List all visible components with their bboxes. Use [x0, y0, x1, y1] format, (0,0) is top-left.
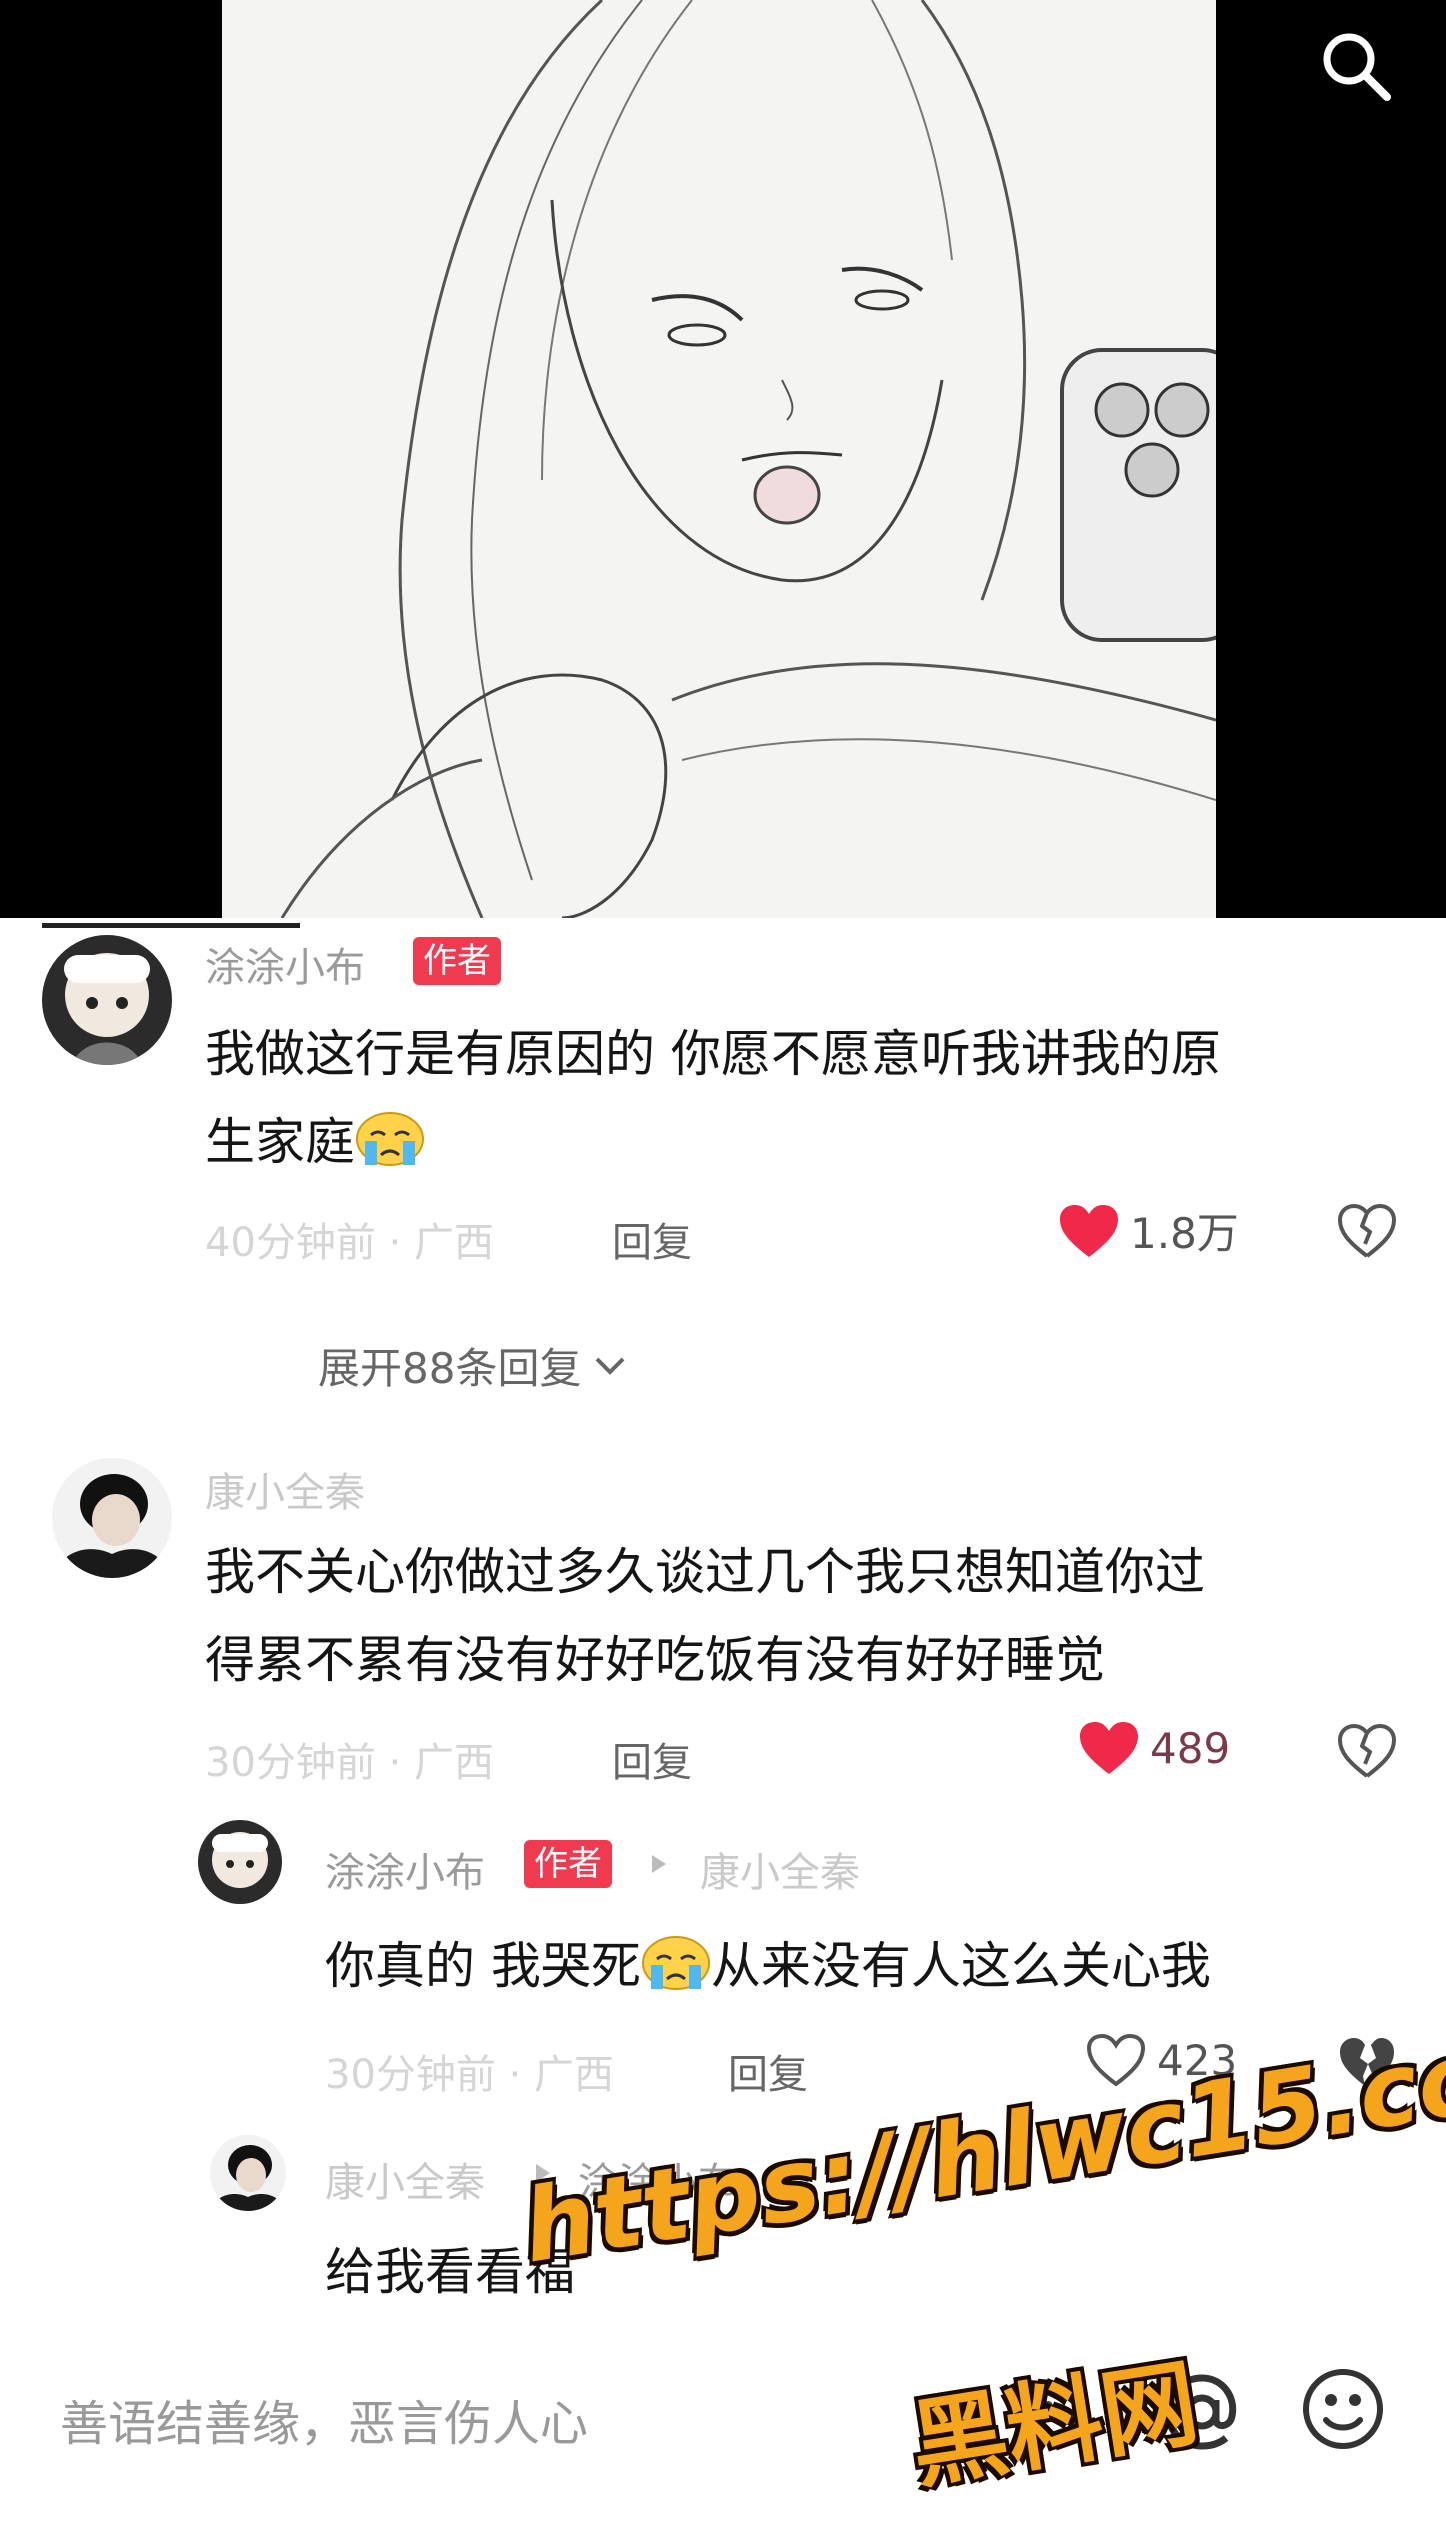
reply-button[interactable]: 回复	[612, 1210, 692, 1268]
broken-heart-icon	[1338, 1724, 1396, 1778]
dislike-button[interactable]	[1338, 1204, 1396, 1258]
watermark-url: https://hlwc15.com	[515, 2001, 1446, 2286]
comment-username[interactable]: 涂涂小布	[205, 935, 365, 993]
crying-emoji-icon	[355, 1106, 425, 1166]
reply-to-arrow-icon	[652, 1855, 666, 1873]
search-icon	[1323, 33, 1391, 101]
like-button[interactable]: 489	[1078, 1720, 1230, 1776]
like-button[interactable]: 1.8万	[1058, 1200, 1239, 1261]
video-area[interactable]	[0, 0, 1446, 918]
avatar[interactable]	[52, 1458, 172, 1578]
reply-username[interactable]: 涂涂小布	[325, 1840, 485, 1898]
comment-text: 生家庭	[205, 1113, 355, 1171]
avatar[interactable]	[198, 1820, 282, 1904]
comment-text-line: 我做这行是有原因的 你愿不愿意听我讲我的原	[205, 1025, 1221, 1083]
expand-replies-button[interactable]: 展开88条回复	[318, 1335, 627, 1396]
crying-emoji-icon	[641, 1930, 711, 1990]
reply-username[interactable]: 康小全秦	[325, 2150, 485, 2208]
author-badge: 作者	[413, 937, 501, 985]
reply-to-username[interactable]: 康小全秦	[700, 1840, 860, 1898]
reply-text-part: 你真的 我哭死	[325, 1937, 641, 1995]
progress-indicator	[42, 923, 300, 928]
emoji-button[interactable]	[1300, 2366, 1386, 2452]
reply-text: 你真的 我哭死 从来没有人这么关心我	[325, 1922, 1211, 2010]
author-badge: 作者	[524, 1840, 612, 1888]
pencil-sketch-image	[222, 0, 1216, 918]
comment-text-line: 我不关心你做过多久谈过几个我只想知道你过	[205, 1543, 1205, 1601]
chevron-down-icon	[596, 1357, 625, 1375]
dislike-button[interactable]	[1338, 1724, 1396, 1778]
expand-replies-label: 展开88条回复	[318, 1344, 582, 1393]
search-button[interactable]	[1310, 20, 1400, 110]
heart-filled-icon	[1060, 1204, 1118, 1257]
broken-heart-icon	[1338, 1204, 1396, 1258]
like-count: 489	[1150, 1723, 1231, 1773]
avatar[interactable]	[42, 935, 172, 1065]
comment-input[interactable]: 善语结善缘，恶言伤人心	[60, 2384, 588, 2454]
reply-button[interactable]: 回复	[612, 1730, 692, 1788]
heart-filled-icon	[1080, 1722, 1138, 1774]
comment-time-location: 30分钟前 · 广西	[205, 1740, 495, 1786]
comment-username[interactable]: 康小全秦	[205, 1460, 365, 1518]
reply-time-location: 30分钟前 · 广西	[325, 2052, 615, 2098]
reply-text-part: 从来没有人这么关心我	[710, 1937, 1211, 1995]
like-count: 1.8万	[1130, 1209, 1239, 1258]
comment-time-location: 40分钟前 · 广西	[205, 1220, 495, 1266]
comment-text-line: 得累不累有没有好好吃饭有没有好好睡觉	[205, 1631, 1105, 1689]
comment-text-line: 生家庭	[205, 1098, 425, 1186]
avatar[interactable]	[210, 2135, 286, 2211]
reply-button[interactable]: 回复	[728, 2042, 808, 2100]
smiley-icon	[1303, 2369, 1383, 2449]
